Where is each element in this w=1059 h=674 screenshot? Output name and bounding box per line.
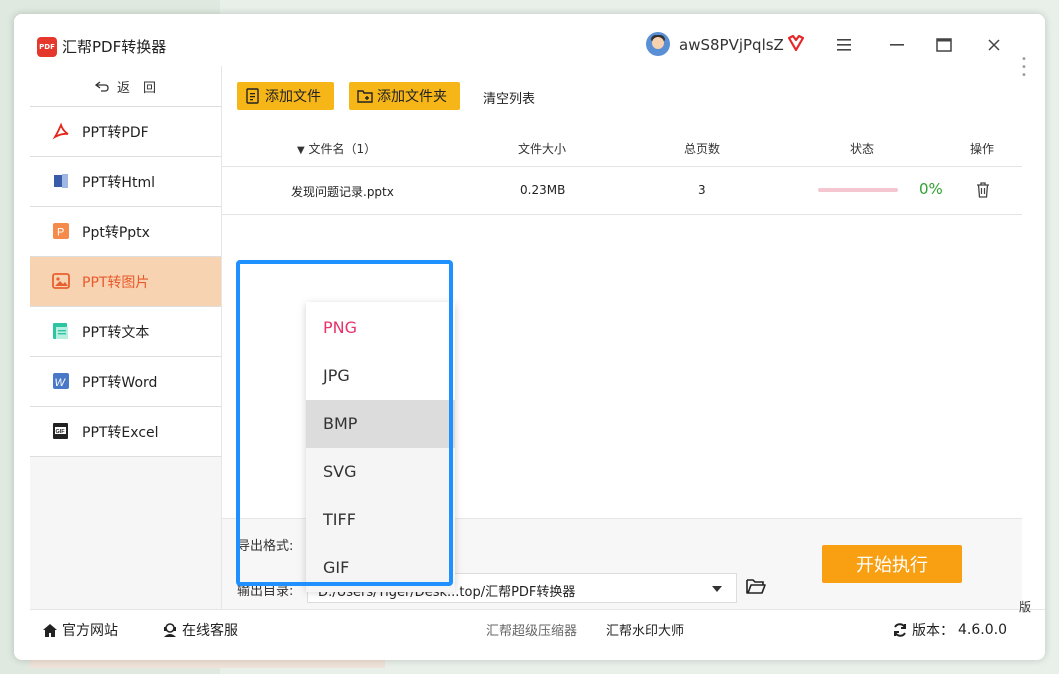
add-file-label: 添加文件 — [265, 89, 321, 105]
user-name[interactable]: awS8PVjPqlsZ — [679, 36, 784, 54]
maximize-icon — [936, 38, 952, 52]
footer: 官方网站 在线客服 汇帮超级压缩器 汇帮水印大师 版本： 4.6.0.0 — [30, 609, 1045, 646]
add-folder-button[interactable]: 添加文件夹 — [349, 82, 460, 110]
folder-icon[interactable] — [746, 577, 766, 595]
pptx-icon: P — [53, 223, 69, 239]
sidebar-item-ppt-to-html[interactable]: PPT转Html — [30, 157, 221, 207]
column-header-size: 文件大小 — [518, 142, 567, 156]
vip-icon[interactable] — [787, 34, 805, 52]
format-option-png[interactable]: PNG — [306, 304, 455, 352]
clear-list-button[interactable]: 清空列表 — [483, 88, 535, 107]
sidebar-item-ppt-to-image[interactable]: PPT转图片 — [30, 257, 221, 307]
sidebar-item-label: PPT转Html — [82, 175, 155, 191]
online-support-label: 在线客服 — [182, 623, 238, 639]
menu-button[interactable] — [829, 30, 859, 60]
avatar[interactable] — [646, 32, 670, 56]
desktop-strip — [30, 660, 385, 668]
app-title: 汇帮PDF转换器 — [62, 38, 167, 56]
edge-text: 版 — [1019, 600, 1032, 614]
sidebar-item-ppt-to-pdf[interactable]: PPT转PDF — [30, 107, 221, 157]
format-option-jpg[interactable]: JPG — [306, 352, 455, 400]
sidebar-item-label: PPT转Word — [82, 375, 158, 391]
sort-down-icon: ▼ — [297, 145, 305, 156]
online-support-link[interactable]: 在线客服 — [162, 620, 238, 640]
progress-bar — [818, 188, 898, 192]
sidebar-nav: PPT转PDF PPT转Html P Ppt转Pptx PPT转图片 PPT转文… — [30, 107, 221, 457]
sidebar-item-ppt-to-pptx[interactable]: P Ppt转Pptx — [30, 207, 221, 257]
text-icon — [53, 323, 68, 339]
row-size: 0.23MB — [520, 183, 566, 197]
sidebar-item-label: PPT转文本 — [82, 325, 150, 341]
version-label: 版本： — [912, 623, 954, 639]
image-icon — [52, 273, 70, 289]
compressor-link[interactable]: 汇帮超级压缩器 — [486, 620, 577, 639]
window-edge-dots: • • • — [1021, 54, 1027, 81]
official-website-link[interactable]: 官方网站 — [42, 620, 118, 640]
back-arrow-icon — [94, 81, 109, 92]
excel-icon: GIF — [53, 423, 68, 439]
sidebar-item-ppt-to-word[interactable]: W PPT转Word — [30, 357, 221, 407]
format-option-gif[interactable]: GIF — [306, 544, 455, 592]
html-icon — [54, 174, 68, 188]
column-header-filename[interactable]: ▼ 文件名（1） — [297, 140, 376, 157]
app-logo-icon: PDF — [37, 37, 57, 57]
watermark-link[interactable]: 汇帮水印大师 — [606, 620, 684, 639]
table-header: ▼ 文件名（1） 文件大小 总页数 状态 操作 — [222, 130, 1022, 167]
back-button[interactable]: 返 回 — [30, 66, 221, 107]
export-format-label: 导出格式: — [237, 539, 294, 554]
close-button[interactable] — [979, 30, 1009, 60]
format-option-svg[interactable]: SVG — [306, 448, 455, 496]
add-folder-label: 添加文件夹 — [377, 89, 447, 105]
progress-text: 0% — [919, 180, 943, 198]
row-filename: 发现问题记录.pptx — [291, 185, 394, 199]
sidebar-item-ppt-to-excel[interactable]: GIF PPT转Excel — [30, 407, 221, 457]
column-header-label: 文件名（1） — [308, 142, 377, 156]
word-icon: W — [53, 373, 69, 389]
sidebar-item-label: PPT转图片 — [82, 275, 150, 291]
table-row[interactable]: 发现问题记录.pptx 0.23MB 3 0% — [222, 166, 1022, 215]
sidebar-item-ppt-to-text[interactable]: PPT转文本 — [30, 307, 221, 357]
hamburger-icon — [837, 39, 851, 51]
svg-text:W: W — [55, 377, 67, 389]
pdf-icon — [52, 122, 69, 140]
refresh-icon — [894, 623, 906, 637]
format-dropdown: PNG JPG BMP SVG TIFF GIF — [306, 302, 455, 592]
row-pages: 3 — [698, 183, 706, 197]
version-number: 4.6.0.0 — [958, 622, 1007, 638]
column-header-action: 操作 — [970, 142, 995, 156]
sidebar-item-label: Ppt转Pptx — [82, 225, 150, 241]
support-icon — [164, 623, 176, 637]
app-window: PDF 汇帮PDF转换器 awS8PVjPqlsZ 返 回 PPT转PDF PP… — [14, 14, 1045, 660]
back-label: 返 回 — [116, 80, 156, 96]
format-option-tiff[interactable]: TIFF — [306, 496, 455, 544]
close-icon — [988, 39, 1000, 51]
sidebar-item-label: PPT转Excel — [82, 425, 159, 441]
title-bar: PDF 汇帮PDF转换器 awS8PVjPqlsZ — [14, 14, 1045, 66]
column-header-pages: 总页数 — [684, 142, 721, 156]
maximize-button[interactable] — [929, 30, 959, 60]
output-directory-label: 输出目录: — [237, 584, 294, 599]
add-file-button[interactable]: 添加文件 — [237, 82, 334, 110]
column-header-status: 状态 — [850, 142, 875, 156]
add-folder-icon — [357, 90, 373, 103]
svg-text:P: P — [57, 227, 64, 239]
home-icon — [43, 623, 57, 637]
sidebar: 返 回 PPT转PDF PPT转Html P Ppt转Pptx PPT转图片 P… — [30, 66, 222, 609]
minimize-icon — [890, 44, 904, 46]
sidebar-item-label: PPT转PDF — [82, 125, 149, 141]
add-file-icon — [246, 88, 259, 104]
trash-icon[interactable] — [976, 182, 990, 198]
start-button[interactable]: 开始执行 — [822, 545, 962, 583]
minimize-button[interactable] — [882, 30, 912, 60]
svg-text:GIF: GIF — [56, 429, 66, 435]
chevron-down-icon — [712, 586, 722, 592]
format-option-bmp[interactable]: BMP — [306, 400, 455, 448]
official-website-label: 官方网站 — [62, 623, 118, 639]
version-info[interactable]: 版本： 4.6.0.0 — [892, 620, 1007, 640]
